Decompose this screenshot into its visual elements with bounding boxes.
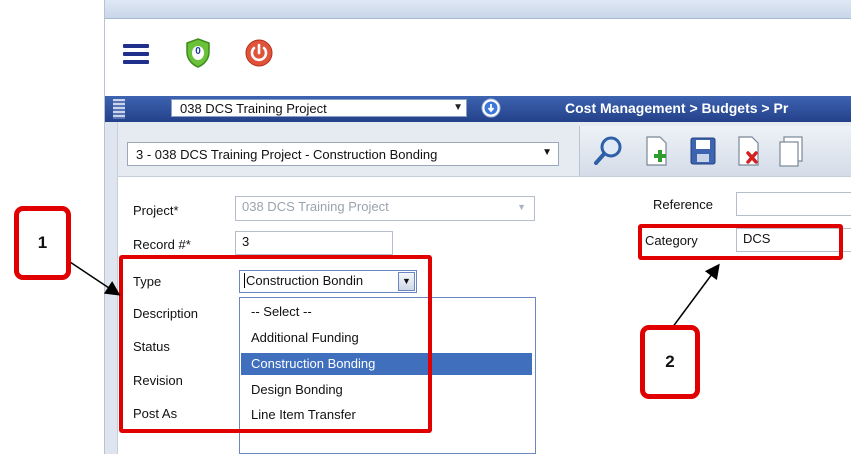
arrow-2 [671,263,720,329]
annotation-arrows [69,261,720,329]
callout-2: 2 [640,325,700,399]
arrow-1 [69,261,121,296]
callout-1: 1 [14,206,71,280]
